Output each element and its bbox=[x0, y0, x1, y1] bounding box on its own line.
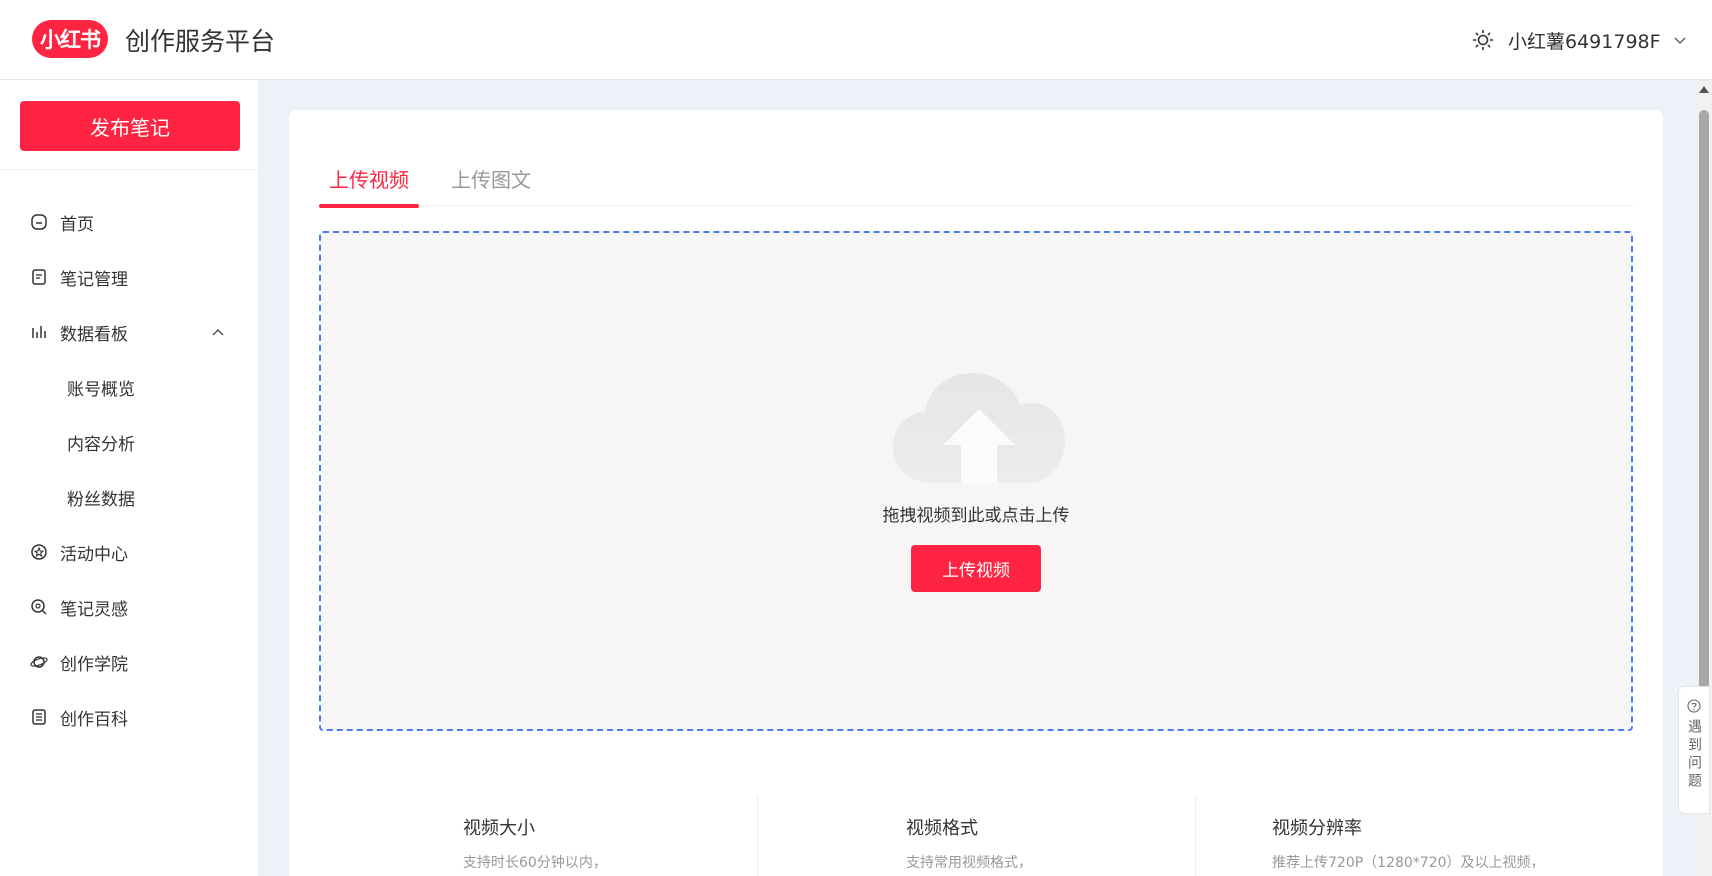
user-menu[interactable]: 小红薯6491798F bbox=[1452, 0, 1712, 80]
video-dropzone[interactable]: 拖拽视频到此或点击上传 上传视频 bbox=[319, 231, 1633, 731]
chevron-up-icon[interactable] bbox=[210, 324, 226, 340]
sun-icon[interactable] bbox=[1472, 29, 1494, 51]
spec-video-size: 视频大小 支持时长60分钟以内， bbox=[463, 814, 607, 872]
inspiration-icon bbox=[31, 599, 47, 615]
upload-card: 上传视频 上传图文 拖拽视频到此或点击上传 上传视频 视频大小 支持时长60分钟… bbox=[289, 110, 1663, 876]
spec-divider bbox=[1195, 796, 1196, 876]
sidebar-item-label: 粉丝数据 bbox=[67, 489, 135, 510]
tab-upload-video[interactable]: 上传视频 bbox=[319, 150, 419, 208]
sidebar-item-note-inspiration[interactable]: 笔记灵感 bbox=[0, 587, 259, 627]
tab-active-indicator bbox=[319, 204, 419, 208]
sidebar: 发布笔记 首页 笔记管理 数据看板 账号概览 内容分析 粉丝数据 活动中心 笔记… bbox=[0, 80, 259, 876]
question-icon bbox=[1687, 699, 1701, 713]
tab-label: 上传图文 bbox=[451, 167, 531, 192]
sidebar-item-note-manage[interactable]: 笔记管理 bbox=[0, 257, 259, 297]
chart-icon bbox=[32, 326, 46, 338]
scroll-up-arrow[interactable] bbox=[1699, 86, 1709, 93]
help-label: 遇到问题 bbox=[1686, 719, 1702, 791]
sidebar-item-label: 创作百科 bbox=[60, 709, 128, 730]
logo[interactable]: 小红书 bbox=[32, 20, 108, 58]
sidebar-item-activity-center[interactable]: 活动中心 bbox=[0, 532, 259, 572]
spec-desc: 推荐上传720P（1280*720）及以上视频， bbox=[1272, 855, 1545, 871]
home-icon bbox=[31, 214, 47, 230]
upload-tabs: 上传视频 上传图文 bbox=[319, 150, 1633, 208]
activity-icon bbox=[31, 544, 47, 560]
upload-video-button[interactable]: 上传视频 bbox=[911, 545, 1041, 592]
sidebar-item-fans-data[interactable]: 粉丝数据 bbox=[0, 477, 259, 517]
spec-desc: 支持常用视频格式， bbox=[906, 855, 1032, 871]
username[interactable]: 小红薯6491798F bbox=[1508, 27, 1661, 54]
scroll-thumb[interactable] bbox=[1699, 110, 1709, 702]
sidebar-item-label: 活动中心 bbox=[60, 544, 128, 565]
sidebar-item-label: 笔记灵感 bbox=[60, 599, 128, 620]
sidebar-item-content-analysis[interactable]: 内容分析 bbox=[0, 422, 259, 462]
sidebar-divider bbox=[0, 169, 259, 170]
cloud-upload-icon bbox=[893, 373, 1065, 483]
platform-title: 创作服务平台 bbox=[125, 27, 276, 56]
tab-upload-image-text[interactable]: 上传图文 bbox=[441, 150, 541, 206]
note-icon bbox=[32, 269, 46, 285]
dropzone-hint: 拖拽视频到此或点击上传 bbox=[882, 506, 1070, 526]
spec-video-resolution: 视频分辨率 推荐上传720P（1280*720）及以上视频， bbox=[1272, 814, 1545, 872]
spec-divider bbox=[757, 796, 758, 876]
sidebar-item-creator-academy[interactable]: 创作学院 bbox=[0, 642, 259, 682]
sidebar-item-label: 内容分析 bbox=[67, 434, 135, 455]
sidebar-item-label: 笔记管理 bbox=[60, 269, 128, 290]
planet-icon bbox=[30, 656, 48, 668]
top-header: 小红书 创作服务平台 小红薯6491798F bbox=[0, 0, 1712, 80]
sidebar-item-data-board[interactable]: 数据看板 bbox=[0, 312, 259, 352]
sidebar-item-label: 创作学院 bbox=[60, 654, 128, 675]
spec-desc: 支持时长60分钟以内， bbox=[463, 855, 607, 871]
spec-title: 视频分辨率 bbox=[1272, 818, 1362, 839]
tab-label: 上传视频 bbox=[329, 167, 409, 192]
spec-video-format: 视频格式 支持常用视频格式， bbox=[906, 814, 1032, 872]
help-float-button[interactable]: 遇到问题 bbox=[1678, 686, 1710, 814]
sidebar-item-label: 首页 bbox=[60, 214, 94, 235]
sidebar-item-home[interactable]: 首页 bbox=[0, 202, 259, 242]
book-icon bbox=[32, 709, 46, 725]
chevron-down-icon[interactable] bbox=[1672, 32, 1688, 48]
sidebar-item-account-overview[interactable]: 账号概览 bbox=[0, 367, 259, 407]
spec-title: 视频大小 bbox=[463, 818, 535, 839]
sidebar-item-label: 数据看板 bbox=[60, 324, 128, 345]
sidebar-item-creator-wiki[interactable]: 创作百科 bbox=[0, 697, 259, 737]
sidebar-item-label: 账号概览 bbox=[67, 379, 135, 400]
publish-note-button[interactable]: 发布笔记 bbox=[20, 101, 240, 151]
spec-title: 视频格式 bbox=[906, 818, 978, 839]
